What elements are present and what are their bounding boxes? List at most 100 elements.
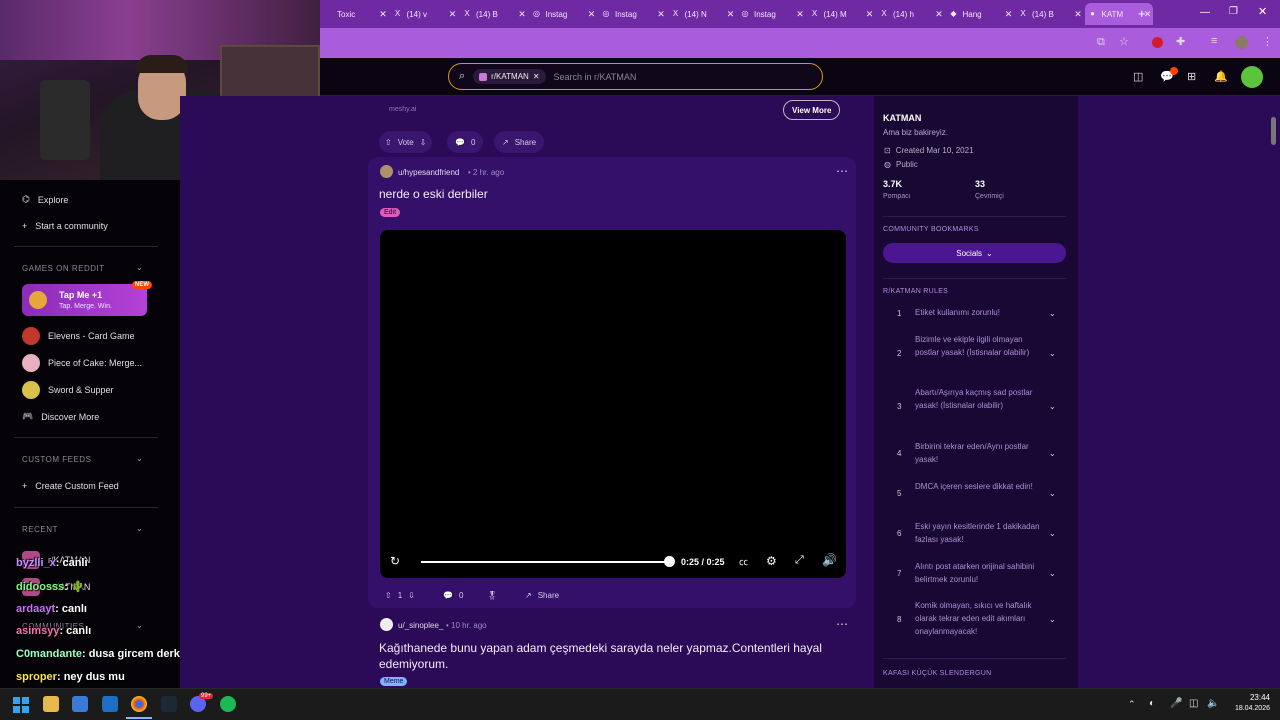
network-icon[interactable]: ◫ bbox=[1189, 698, 1198, 709]
create-post-icon[interactable]: ⊞ bbox=[1187, 70, 1196, 83]
upvote-icon[interactable]: ⇧ bbox=[385, 591, 392, 600]
rule-item[interactable]: 1 Etiket kullanımı zorunlu! ⌄ bbox=[897, 306, 1067, 319]
tab-close-icon[interactable]: ✕ bbox=[587, 9, 597, 20]
chrome-icon[interactable] bbox=[131, 696, 147, 712]
sidebar-discover-more[interactable]: 🎮 Discover More bbox=[22, 411, 99, 422]
fullscreen-icon[interactable]: ⤢ bbox=[795, 554, 804, 567]
post-title[interactable]: Kağıthanede bunu yapan adam çeşmedeki sa… bbox=[379, 640, 839, 672]
tray-chevron-icon[interactable]: ⌃ bbox=[1128, 699, 1136, 710]
author-avatar[interactable] bbox=[380, 618, 393, 631]
rule-item[interactable]: 4 Birbirini tekrar eden/Aynı postlar yasa… bbox=[897, 440, 1067, 466]
rule-item[interactable]: 6 Eski yayın kesitlerinde 1 dakikadan faz… bbox=[897, 520, 1067, 546]
browser-tab[interactable]: X (14) h ✕ bbox=[876, 3, 944, 25]
tab-close-icon[interactable]: ✕ bbox=[865, 9, 875, 20]
rule-item[interactable]: 3 Abartı/Aşırıya kaçmış sad postlar yasak… bbox=[897, 386, 1067, 425]
browser-tab[interactable]: Toxic ✕ bbox=[320, 3, 388, 25]
profile-avatar[interactable] bbox=[1235, 36, 1248, 49]
sidebar-item-start-community[interactable]: + Start a community bbox=[22, 221, 108, 231]
microphone-icon[interactable]: 🎤 bbox=[1170, 698, 1182, 709]
post-title[interactable]: nerde o eski derbiler bbox=[379, 187, 488, 201]
spotify-icon[interactable] bbox=[220, 696, 236, 712]
game-promo-card[interactable]: Tap Me +1 Tap. Merge. Win. NEW bbox=[22, 281, 152, 316]
browser-tab[interactable]: X (14) v ✕ bbox=[390, 3, 458, 25]
view-more-button[interactable]: View More bbox=[783, 100, 841, 120]
sidebar-game-sword-supper[interactable]: Sword & Supper bbox=[22, 381, 114, 399]
tray-app-icon[interactable]: ◐ bbox=[1149, 698, 1155, 709]
tab-close-icon[interactable]: ✕ bbox=[795, 9, 805, 20]
browser-tab[interactable]: X (14) B ✕ bbox=[459, 3, 527, 25]
captions-icon[interactable]: ㏄ bbox=[739, 555, 748, 568]
chevron-down-icon[interactable]: ⌄ bbox=[1049, 400, 1056, 413]
tab-close-icon[interactable]: ✕ bbox=[934, 9, 944, 20]
chevron-down-icon[interactable]: ⌄ bbox=[1049, 447, 1056, 460]
post-options-icon[interactable]: ⋯ bbox=[836, 617, 848, 631]
vote-control[interactable]: ⇧ 1 ⇩ bbox=[379, 584, 421, 606]
chevron-down-icon[interactable]: ⌄ bbox=[136, 621, 143, 630]
post-author[interactable]: u/hypesandfriend bbox=[398, 168, 459, 177]
browser-tab[interactable]: ◎ Instag ✕ bbox=[529, 3, 597, 25]
extensions-puzzle-icon[interactable]: ✚ bbox=[1176, 35, 1185, 48]
replay-icon[interactable]: ↻ bbox=[390, 554, 400, 568]
rule-item[interactable]: 8 Komik olmayan, sıkıcı ve haftalık olara… bbox=[897, 599, 1067, 638]
comments-button[interactable]: 💬 0 bbox=[437, 584, 469, 606]
notifications-bell-icon[interactable]: 🔔 bbox=[1214, 70, 1228, 83]
chevron-down-icon[interactable]: ⌄ bbox=[1049, 307, 1056, 320]
tab-close-icon[interactable]: ✕ bbox=[448, 9, 458, 20]
browser-tab[interactable]: X (14) N ✕ bbox=[668, 3, 736, 25]
windows-start-icon[interactable] bbox=[13, 697, 29, 713]
post-author[interactable]: u/_sinoplee_ bbox=[398, 621, 443, 630]
speaker-icon[interactable]: 🔈 bbox=[1207, 698, 1219, 709]
chevron-down-icon[interactable]: ⌄ bbox=[1049, 613, 1056, 626]
store-icon[interactable] bbox=[72, 696, 88, 712]
browser-menu-icon[interactable]: ⋮ bbox=[1262, 35, 1273, 48]
rule-item[interactable]: 2 Bizimle ve ekiple ilgili olmayan postla… bbox=[897, 333, 1067, 372]
chevron-down-icon[interactable]: ⌄ bbox=[1049, 487, 1056, 500]
search-placeholder[interactable]: Search in r/KATMAN bbox=[554, 72, 637, 82]
post-flair[interactable]: Meme bbox=[380, 677, 408, 686]
chevron-down-icon[interactable]: ⌄ bbox=[136, 454, 143, 463]
upvote-icon[interactable]: ⇧ bbox=[385, 138, 392, 147]
chevron-down-icon[interactable]: ⌄ bbox=[1049, 527, 1056, 540]
new-tab-button[interactable]: + bbox=[1138, 6, 1146, 21]
video-progress-track[interactable] bbox=[421, 561, 669, 563]
browser-tab[interactable]: ◎ Instag ✕ bbox=[737, 3, 805, 25]
media-control-icon[interactable]: ≡ bbox=[1211, 35, 1217, 47]
chevron-down-icon[interactable]: ⌄ bbox=[1049, 347, 1056, 360]
close-window-button[interactable]: ✕ bbox=[1258, 5, 1267, 18]
post-flair[interactable]: Edit bbox=[380, 208, 401, 217]
video-scrubber[interactable] bbox=[664, 556, 675, 567]
outlook-icon[interactable] bbox=[102, 696, 118, 712]
tab-close-icon[interactable]: ✕ bbox=[378, 9, 388, 20]
rule-item[interactable]: 7 Alıntı post atarken orijinal sahibini b… bbox=[897, 560, 1067, 586]
user-avatar[interactable] bbox=[1241, 66, 1263, 88]
browser-tab[interactable]: ◆ Hang ✕ bbox=[946, 3, 1014, 25]
extension-icon[interactable] bbox=[1152, 37, 1163, 48]
tab-close-icon[interactable]: ✕ bbox=[656, 9, 666, 20]
tab-close-icon[interactable]: ✕ bbox=[517, 9, 527, 20]
socials-button[interactable]: Socials ⌄ bbox=[883, 243, 1066, 263]
advertise-icon[interactable]: ◫ bbox=[1133, 70, 1143, 83]
settings-gear-icon[interactable]: ⚙ bbox=[766, 554, 777, 568]
browser-tab[interactable]: X (14) M ✕ bbox=[807, 3, 875, 25]
page-scrollbar[interactable] bbox=[1271, 117, 1276, 145]
browser-tab[interactable]: X (14) B ✕ bbox=[1015, 3, 1083, 25]
clock-time[interactable]: 23:44 bbox=[1242, 693, 1270, 702]
video-player[interactable] bbox=[380, 230, 846, 578]
community-chip[interactable]: r/KATMAN ✕ bbox=[473, 69, 546, 84]
chip-close-icon[interactable]: ✕ bbox=[533, 72, 540, 81]
tab-close-icon[interactable]: ✕ bbox=[726, 9, 736, 20]
install-app-icon[interactable]: ⧉ bbox=[1097, 36, 1105, 49]
bookmark-star-icon[interactable]: ☆ bbox=[1119, 35, 1129, 48]
tab-close-icon[interactable]: ✕ bbox=[1073, 9, 1083, 20]
maximize-button[interactable]: ❐ bbox=[1229, 6, 1238, 17]
steam-icon[interactable] bbox=[161, 696, 177, 712]
tab-close-icon[interactable]: ✕ bbox=[1004, 9, 1014, 20]
comments-button[interactable]: 💬 0 bbox=[447, 131, 484, 153]
downvote-icon[interactable]: ⇩ bbox=[408, 591, 415, 600]
vote-control[interactable]: ⇧ Vote ⇩ bbox=[379, 131, 433, 153]
clock-date[interactable]: 18.04.2026 bbox=[1228, 705, 1270, 712]
volume-icon[interactable]: 🔊 bbox=[822, 553, 837, 567]
rule-item[interactable]: 5 DMCA içeren seslere dikkat edin! ⌄ bbox=[897, 480, 1067, 506]
share-button[interactable]: ↗ Share bbox=[519, 584, 565, 606]
file-explorer-icon[interactable] bbox=[43, 696, 59, 712]
